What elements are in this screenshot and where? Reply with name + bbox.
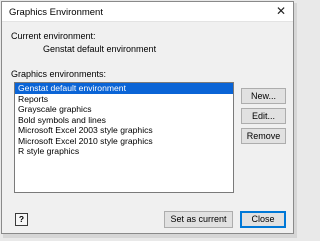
graphics-environments-label: Graphics environments: (11, 69, 107, 79)
title-bar[interactable]: Graphics Environment ✕ (2, 2, 293, 22)
list-item[interactable]: R style graphics (15, 146, 233, 157)
close-icon[interactable]: ✕ (269, 2, 293, 22)
list-item[interactable]: Microsoft Excel 2010 style graphics (15, 136, 233, 147)
list-item[interactable]: Grayscale graphics (15, 104, 233, 115)
set-as-current-button[interactable]: Set as current (164, 211, 233, 228)
list-item[interactable]: Bold symbols and lines (15, 115, 233, 126)
window-title: Graphics Environment (9, 7, 103, 18)
current-environment-value: Genstat default environment (43, 44, 157, 54)
close-button[interactable]: Close (240, 211, 286, 228)
list-item[interactable]: Reports (15, 94, 233, 105)
help-icon[interactable]: ? (15, 213, 28, 226)
list-item[interactable]: Microsoft Excel 2003 style graphics (15, 125, 233, 136)
list-item[interactable]: Genstat default environment (15, 83, 233, 94)
edit-button[interactable]: Edit... (241, 108, 286, 124)
dialog-window: Graphics Environment ✕ Current environme… (1, 1, 294, 234)
environments-listbox[interactable]: Genstat default environment Reports Gray… (14, 82, 234, 193)
new-button[interactable]: New... (241, 88, 286, 104)
remove-button[interactable]: Remove (241, 128, 286, 144)
current-environment-label: Current environment: (11, 31, 96, 41)
